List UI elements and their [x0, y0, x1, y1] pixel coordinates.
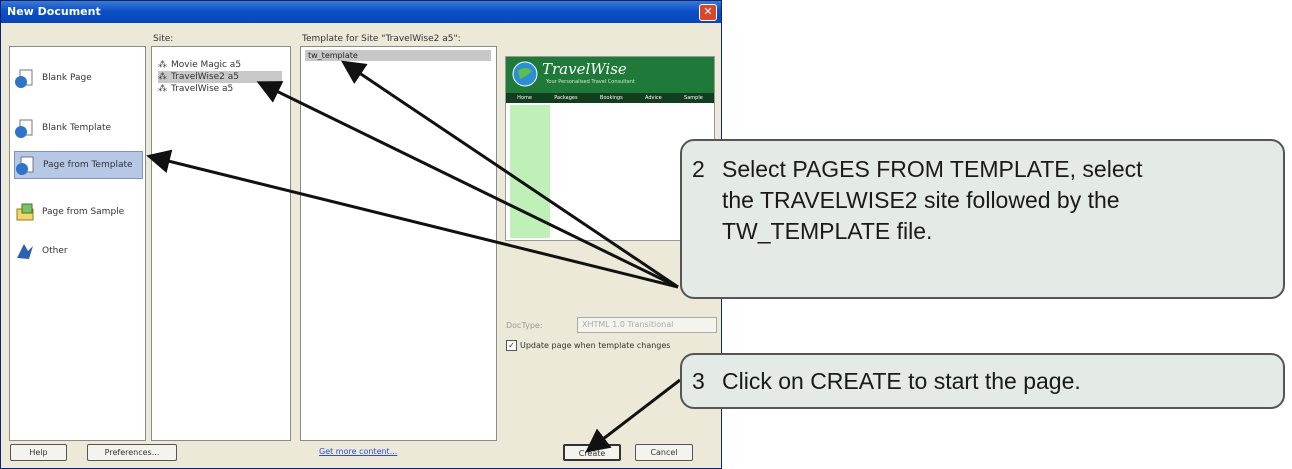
callout-line: Click on CREATE to start the page.	[722, 368, 1081, 394]
callout-line: TW_TEMPLATE file.	[722, 218, 933, 244]
callout-step-3: 3 Click on CREATE to start the page.	[680, 353, 1285, 409]
callout-number: 3	[692, 368, 705, 394]
callout-step-2: 2 Select PAGES FROM TEMPLATE, select the …	[680, 139, 1285, 299]
arrow-to-travelwise2-site	[256, 81, 679, 289]
arrow-to-create-button	[585, 378, 681, 453]
callout-number: 2	[692, 156, 705, 182]
arrow-to-page-from-template	[146, 149, 679, 289]
arrow-to-template-file	[341, 60, 679, 289]
callout-line: the TRAVELWISE2 site followed by the	[722, 187, 1120, 213]
callout-line: Select PAGES FROM TEMPLATE, select	[722, 156, 1143, 182]
